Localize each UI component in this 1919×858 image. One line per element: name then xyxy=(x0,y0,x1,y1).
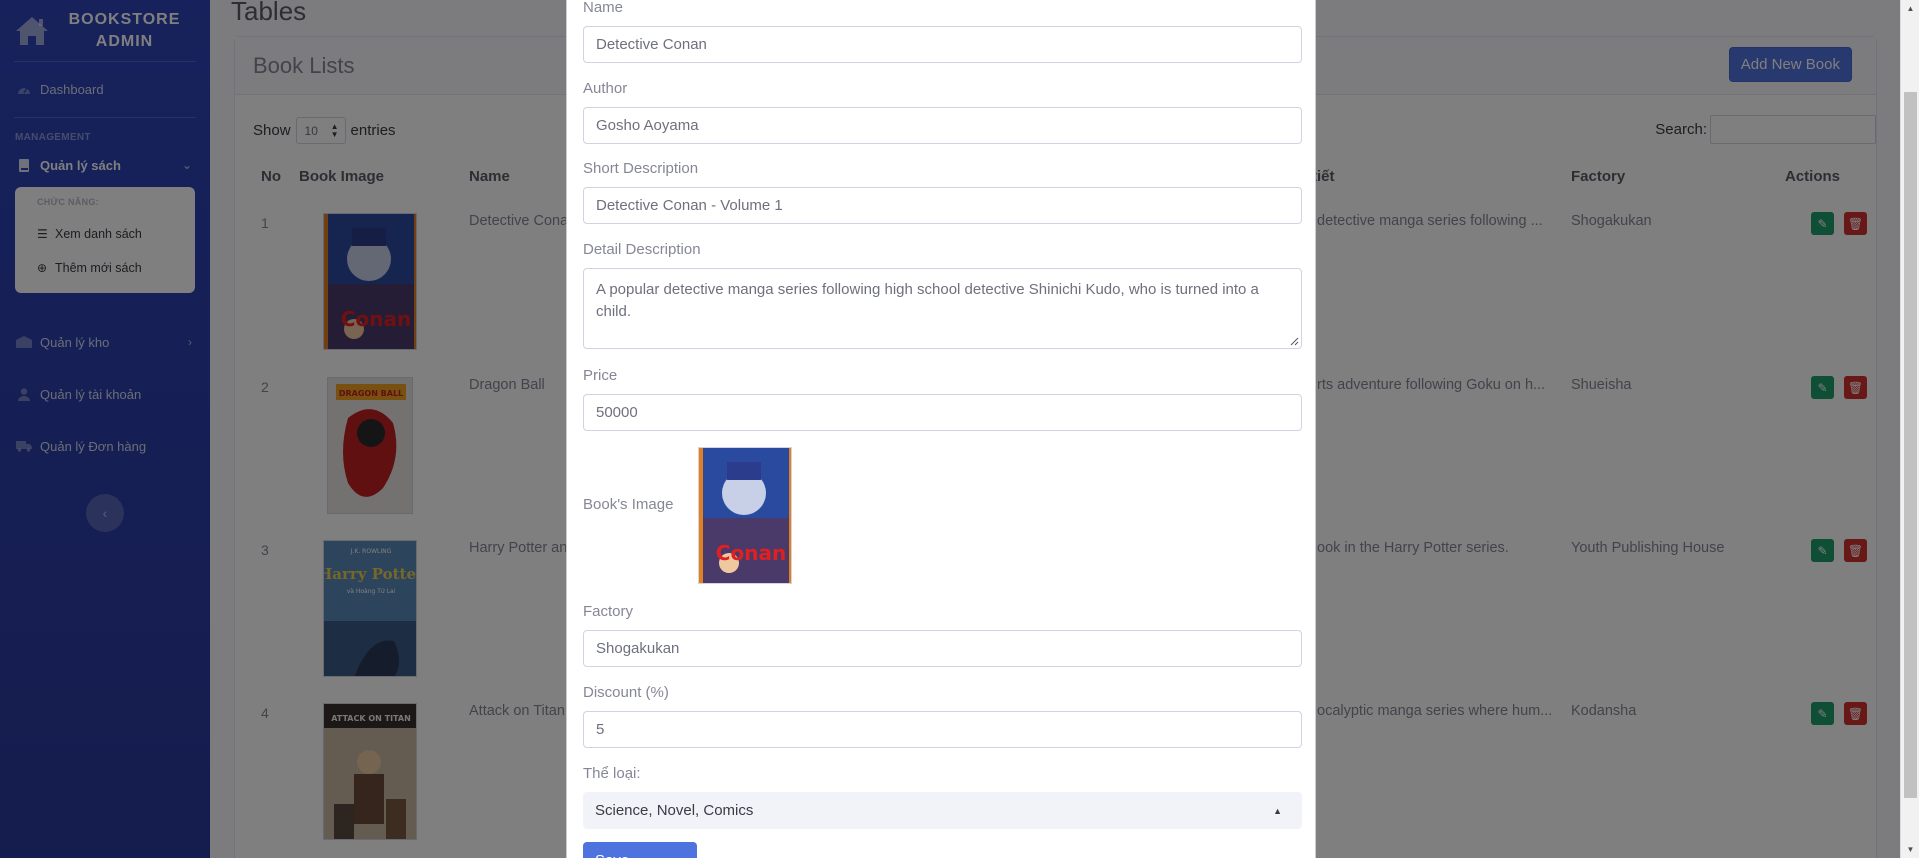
discount-label: Discount (%) xyxy=(583,684,669,701)
author-label: Author xyxy=(583,80,628,97)
scrollbar-thumb[interactable] xyxy=(1904,92,1917,798)
page-scrollbar[interactable]: ▲ ▼ xyxy=(1900,0,1919,858)
name-field[interactable]: Detective Conan xyxy=(583,26,1302,63)
short-description-field[interactable]: Detective Conan - Volume 1 xyxy=(583,187,1302,224)
name-label: Name xyxy=(583,0,624,16)
detail-description-text: A popular detective manga series followi… xyxy=(596,281,1259,320)
detail-description-label: Detail Description xyxy=(583,241,701,258)
discount-field[interactable]: 5 xyxy=(583,711,1302,748)
scroll-down-arrow-icon[interactable]: ▼ xyxy=(1901,841,1919,858)
caret-up-icon: ▲ xyxy=(1273,805,1282,816)
factory-label: Factory xyxy=(583,603,634,620)
cover-title: Conan xyxy=(716,541,786,565)
scroll-up-arrow-icon[interactable]: ▲ xyxy=(1901,0,1919,17)
category-label: Thể loại: xyxy=(583,765,641,782)
category-select[interactable]: Science, Novel, Comics ▲ xyxy=(583,792,1302,829)
category-value: Science, Novel, Comics xyxy=(595,802,754,819)
detail-description-field[interactable]: A popular detective manga series followi… xyxy=(583,268,1302,349)
edit-book-modal: Name Detective Conan Author Gosho Aoyama… xyxy=(566,0,1316,858)
resize-handle-icon[interactable] xyxy=(1290,337,1299,346)
book-image-preview: Conan xyxy=(698,447,792,584)
author-field[interactable]: Gosho Aoyama xyxy=(583,107,1302,144)
price-label: Price xyxy=(583,367,618,384)
factory-field[interactable]: Shogakukan xyxy=(583,630,1302,667)
short-description-label: Short Description xyxy=(583,160,699,177)
book-image-label: Book's Image xyxy=(583,496,674,513)
price-field[interactable]: 50000 xyxy=(583,394,1302,431)
save-changes-button[interactable]: Save changes xyxy=(583,842,697,858)
